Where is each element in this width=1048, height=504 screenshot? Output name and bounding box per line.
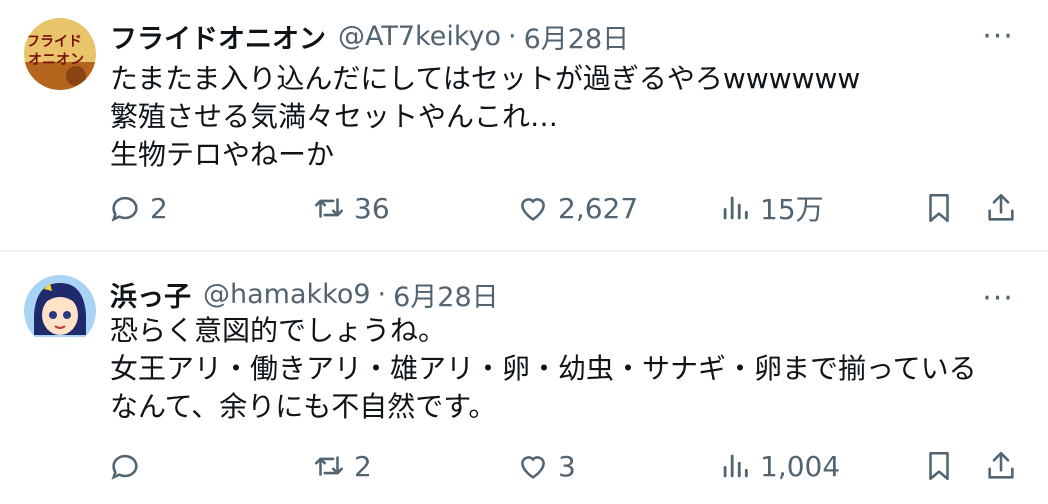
action-bar: 2 3 1,004 xyxy=(0,444,1048,488)
avatar-logo-text: フライド xyxy=(26,34,82,50)
views-count: 15万 xyxy=(760,193,824,226)
views-button[interactable]: 15万 xyxy=(718,186,824,230)
heart-icon xyxy=(521,456,545,479)
avatar[interactable] xyxy=(24,275,96,347)
retweet-count: 36 xyxy=(354,191,390,225)
heart-icon xyxy=(521,198,545,221)
action-bar: 2 36 2,627 15万 xyxy=(0,186,1048,230)
tweet[interactable]: 浜っ子 @hamakko9 · 6月28日 ··· 恐らく意図的でしょうね。 女… xyxy=(0,252,1048,504)
bookmark-button[interactable] xyxy=(922,444,956,488)
tweet-text: たまたま入り込んだにしてはセットが過ぎるやろwwwwww 繁殖させる気満々セット… xyxy=(110,60,1030,174)
tweet-date[interactable]: 6月28日 xyxy=(524,17,630,56)
tweet-text-line: なんて、余りにも不自然です。 xyxy=(110,390,497,423)
more-options-icon[interactable]: ··· xyxy=(978,16,1018,56)
separator: · xyxy=(377,278,387,310)
tweet-text-line: 生物テロやねーか xyxy=(110,138,335,171)
share-button[interactable] xyxy=(984,186,1018,230)
tweet-date[interactable]: 6月28日 xyxy=(393,275,499,314)
retweet-icon xyxy=(314,456,344,476)
reply-button[interactable]: 2 xyxy=(108,186,168,230)
like-count: 2,627 xyxy=(558,191,639,225)
tweet-text-line: 繁殖させる気満々セットやんこれ… xyxy=(110,100,559,133)
avatar[interactable]: フライド オニオン xyxy=(24,18,96,90)
svg-text:オニオン: オニオン xyxy=(28,52,84,68)
reply-icon xyxy=(111,454,138,480)
tweet[interactable]: フライド オニオン フライドオニオン @AT7keikyo · 6月28日 ··… xyxy=(0,0,1048,250)
tweet-text: 恐らく意図的でしょうね。 女王アリ・働きアリ・雄アリ・卵・幼虫・サナギ・卵まで揃… xyxy=(110,312,1030,426)
tweet-text-line: 女王アリ・働きアリ・雄アリ・卵・幼虫・サナギ・卵まで揃っている xyxy=(110,352,977,385)
reply-count: 2 xyxy=(150,191,168,225)
reply-icon xyxy=(111,196,138,222)
user-handle[interactable]: @hamakko9 xyxy=(203,279,371,310)
bookmark-icon xyxy=(929,193,949,223)
display-name[interactable]: フライドオニオン xyxy=(110,17,326,56)
retweet-icon xyxy=(314,198,344,218)
share-icon xyxy=(988,193,1014,221)
separator: · xyxy=(508,20,517,52)
views-icon xyxy=(723,454,748,478)
tweet-header: フライドオニオン @AT7keikyo · 6月28日 xyxy=(110,16,629,56)
views-count: 1,004 xyxy=(760,449,841,483)
retweet-button[interactable]: 36 xyxy=(312,186,390,230)
views-icon xyxy=(723,196,748,220)
like-button[interactable]: 3 xyxy=(516,444,576,488)
bookmark-icon xyxy=(929,451,949,481)
share-button[interactable] xyxy=(984,444,1018,488)
retweet-count: 2 xyxy=(354,449,372,483)
bookmark-button[interactable] xyxy=(922,186,956,230)
display-name[interactable]: 浜っ子 xyxy=(110,275,191,314)
tweet-text-line: たまたま入り込んだにしてはセットが過ぎるやろwwwwww xyxy=(110,62,861,95)
share-icon xyxy=(988,451,1014,479)
user-handle[interactable]: @AT7keikyo xyxy=(338,21,501,52)
like-count: 3 xyxy=(558,449,576,483)
tweet-text-line: 恐らく意図的でしょうね。 xyxy=(110,314,447,347)
tweet-header: 浜っ子 @hamakko9 · 6月28日 xyxy=(110,274,499,314)
views-button[interactable]: 1,004 xyxy=(718,444,840,488)
retweet-button[interactable]: 2 xyxy=(312,444,372,488)
reply-button[interactable] xyxy=(108,444,150,488)
like-button[interactable]: 2,627 xyxy=(516,186,638,230)
